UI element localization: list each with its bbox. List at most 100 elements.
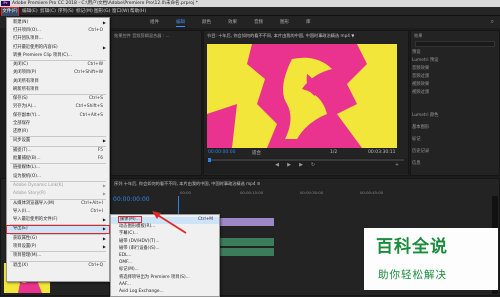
file-menu-item[interactable]: 还原(R) xyxy=(7,129,109,136)
watermark-subtitle: 助你轻松解决 xyxy=(378,269,447,281)
file-menu-item-label: 打开项目(O)... xyxy=(13,28,42,34)
file-menu-item[interactable]: 打开项目(O)... Ctrl+O xyxy=(7,28,109,35)
file-menu-item[interactable]: 捕捉(T)... F5 xyxy=(7,148,109,155)
file-menu-item[interactable]: 获取属性(G) ▶ xyxy=(7,236,109,243)
file-menu-item[interactable]: 打开最近使用的内容(E) ▶ xyxy=(7,45,109,52)
effects-search-input[interactable] xyxy=(415,41,495,47)
tab-graphics[interactable]: 图形 xyxy=(280,19,289,25)
file-menu-item[interactable]: Adobe Story(R) ▶ xyxy=(7,191,109,198)
timeline-timecode[interactable]: 00:00:00:00 xyxy=(113,196,150,203)
file-menu-item-label: 转换 Premiere Clip 项目(C)... xyxy=(13,52,73,58)
menu-marker[interactable]: 标记(M) xyxy=(76,7,93,16)
file-menu-item-label: 项目设置(P) xyxy=(13,244,37,249)
effects-item-video-effects[interactable]: 视频效果 xyxy=(412,81,429,87)
step-back-icon[interactable]: ◀ xyxy=(274,162,280,168)
export-submenu-item[interactable]: OMF... xyxy=(111,260,219,267)
file-menu-item-label: 捕捉(T)... xyxy=(13,147,32,153)
submenu-arrow-icon: ▶ xyxy=(102,226,106,232)
tab-assembly[interactable]: 组件 xyxy=(150,19,159,25)
submenu-arrow-icon: ▶ xyxy=(102,183,106,188)
file-menu-item[interactable]: 批量捕捉(B)... F6 xyxy=(7,156,109,163)
panel-essential-graphics[interactable]: 基本图形 xyxy=(412,124,429,130)
menu-graphics[interactable]: 图形(G) xyxy=(94,7,110,16)
tab-color[interactable]: 颜色 xyxy=(202,19,211,25)
file-menu-item[interactable]: 另存为(A)... Ctrl+Shift+S xyxy=(7,104,109,111)
effects-item-presets[interactable]: 预设 xyxy=(412,49,421,55)
watermark-title: 百科全说 xyxy=(376,237,448,257)
program-fit-select[interactable]: 适合 xyxy=(252,150,261,156)
add-button-icon[interactable]: + xyxy=(394,162,400,168)
export-submenu-item-label: 标记(M)... xyxy=(119,267,139,273)
effects-item-audio-effects[interactable]: 音频效果 xyxy=(412,65,429,71)
menu-window[interactable]: 窗口(W) xyxy=(112,7,129,16)
file-menu-item-label: 同步设置 xyxy=(13,138,31,144)
file-menu-item[interactable]: 打开团队项目... xyxy=(7,36,109,43)
tab-audio[interactable]: 音频 xyxy=(254,19,263,25)
effects-item-lumetri-presets[interactable]: Lumetri 预设 xyxy=(412,57,438,63)
file-menu-item-label: 退出(X) xyxy=(13,262,28,268)
submenu-arrow-icon: ▶ xyxy=(102,44,106,50)
menu-sequence[interactable]: 序列(S) xyxy=(58,7,74,16)
play-icon[interactable]: ▶ xyxy=(286,162,292,168)
export-submenu-item[interactable]: Avid Log Exchange... xyxy=(111,289,219,296)
effects-item-audio-transitions[interactable]: 音频过渡 xyxy=(412,73,429,79)
menu-help[interactable]: 帮助(H) xyxy=(130,7,146,16)
title-bar: Pr Adobe Premiere Pro CC 2018 - C:\用户\文档… xyxy=(0,0,500,7)
panel-info[interactable]: 信息 xyxy=(412,160,421,166)
file-menu-item[interactable]: 链接媒体(L)... xyxy=(7,165,109,172)
submenu-arrow-icon: ▶ xyxy=(102,20,106,25)
file-menu-item[interactable]: 从媒体浏览器导入(M) Ctrl+Alt+I xyxy=(7,201,109,208)
file-menu-item[interactable]: Adobe Dynamic Link(K) ▶ xyxy=(7,183,109,190)
panel-markers[interactable]: 标记 xyxy=(412,136,421,142)
effects-item-video-transitions[interactable]: 视频过渡 xyxy=(412,89,429,95)
playhead-marker-icon[interactable] xyxy=(208,158,211,162)
file-menu-item-label: 项目管理(M)... xyxy=(13,253,42,259)
export-submenu-item[interactable]: 将选择项导出为 Premiere 项目(S)... xyxy=(111,275,219,282)
file-menu-item-label: 打开团队项目... xyxy=(13,36,43,42)
tab-libraries[interactable]: 库 xyxy=(306,19,311,25)
program-transport-bar: ◀ ▶ ▶ ↻ + xyxy=(204,158,408,174)
file-menu-item[interactable]: 项目设置(P) ▶ xyxy=(7,244,109,251)
file-menu-item[interactable]: 导入(I)... Ctrl+I xyxy=(7,209,109,216)
file-menu-item[interactable]: 保存副本(Y)... Ctrl+Alt+S xyxy=(7,113,109,120)
program-resolution-select[interactable]: 1/2 xyxy=(330,150,337,155)
file-menu-item[interactable]: 退出(X) Ctrl+Q xyxy=(7,263,109,270)
tab-effects[interactable]: 效果 xyxy=(228,19,237,25)
file-menu-item[interactable]: 全部保存 xyxy=(7,121,109,128)
export-submenu-item[interactable]: EDL... xyxy=(111,253,219,260)
menu-file[interactable]: 文件(F) xyxy=(1,6,19,17)
program-timecode-current[interactable]: 00:00:00:00 xyxy=(208,150,235,155)
export-submenu-item[interactable]: AAF... xyxy=(111,282,219,289)
panel-history[interactable]: 历史记录 xyxy=(412,148,429,154)
export-submenu-item[interactable]: 磁带 (串行设备)(S)... xyxy=(111,246,219,253)
file-menu-item[interactable]: 项目管理(M)... xyxy=(7,253,109,260)
file-menu-item[interactable]: 导出(E) ▶ xyxy=(6,225,110,234)
file-menu-item[interactable]: 保存(S) Ctrl+S xyxy=(7,96,109,103)
watermark: 百科全说 助你轻松解决 xyxy=(364,228,498,290)
file-menu-item[interactable]: 关闭项目(P) Ctrl+Shift+W xyxy=(7,70,109,77)
file-menu-item[interactable]: 关闭所有项目 xyxy=(7,79,109,86)
file-menu-item-shortcut: Ctrl+Shift+S xyxy=(75,104,103,110)
panel-lumetri-color[interactable]: Lumetri 颜色 xyxy=(412,112,438,118)
file-menu-item[interactable]: 设为脱机(O)... xyxy=(7,174,109,181)
export-submenu-item[interactable]: 标记(M)... xyxy=(111,267,219,274)
file-menu-item[interactable]: 转换 Premiere Clip 项目(C)... xyxy=(7,53,109,60)
step-forward-icon[interactable]: ▶ xyxy=(298,162,304,168)
tab-editing[interactable]: 编辑 xyxy=(176,19,185,27)
search-icon[interactable]: ⌕ xyxy=(491,18,494,26)
file-menu-item[interactable]: 同步设置 ▶ xyxy=(7,138,109,145)
menu-separator xyxy=(10,233,106,235)
file-menu-item-label: 还原(R) xyxy=(13,129,28,134)
file-menu-item[interactable]: 新建(N) ▶ xyxy=(7,20,109,27)
file-menu-item[interactable]: 刷新所有项目 xyxy=(7,87,109,94)
export-submenu-item-label: 字幕(C)... xyxy=(119,231,139,237)
program-scrub-bar[interactable] xyxy=(208,159,404,161)
file-menu-item-label: 批量捕捉(B)... xyxy=(13,156,41,161)
menu-edit[interactable]: 编辑(E) xyxy=(22,7,38,16)
menu-clip[interactable]: 剪辑(C) xyxy=(40,7,56,16)
export-submenu-item[interactable]: 磁带 (DV/HDV)(T)... xyxy=(111,239,219,246)
loop-icon[interactable]: ↻ xyxy=(310,162,316,168)
file-menu-item[interactable]: 导入最近使用的文件(F) ▶ xyxy=(7,217,109,224)
program-timecode-duration: 00:03:30:11 xyxy=(368,150,396,155)
file-menu-item[interactable]: 关闭(C) Ctrl+W xyxy=(7,62,109,69)
